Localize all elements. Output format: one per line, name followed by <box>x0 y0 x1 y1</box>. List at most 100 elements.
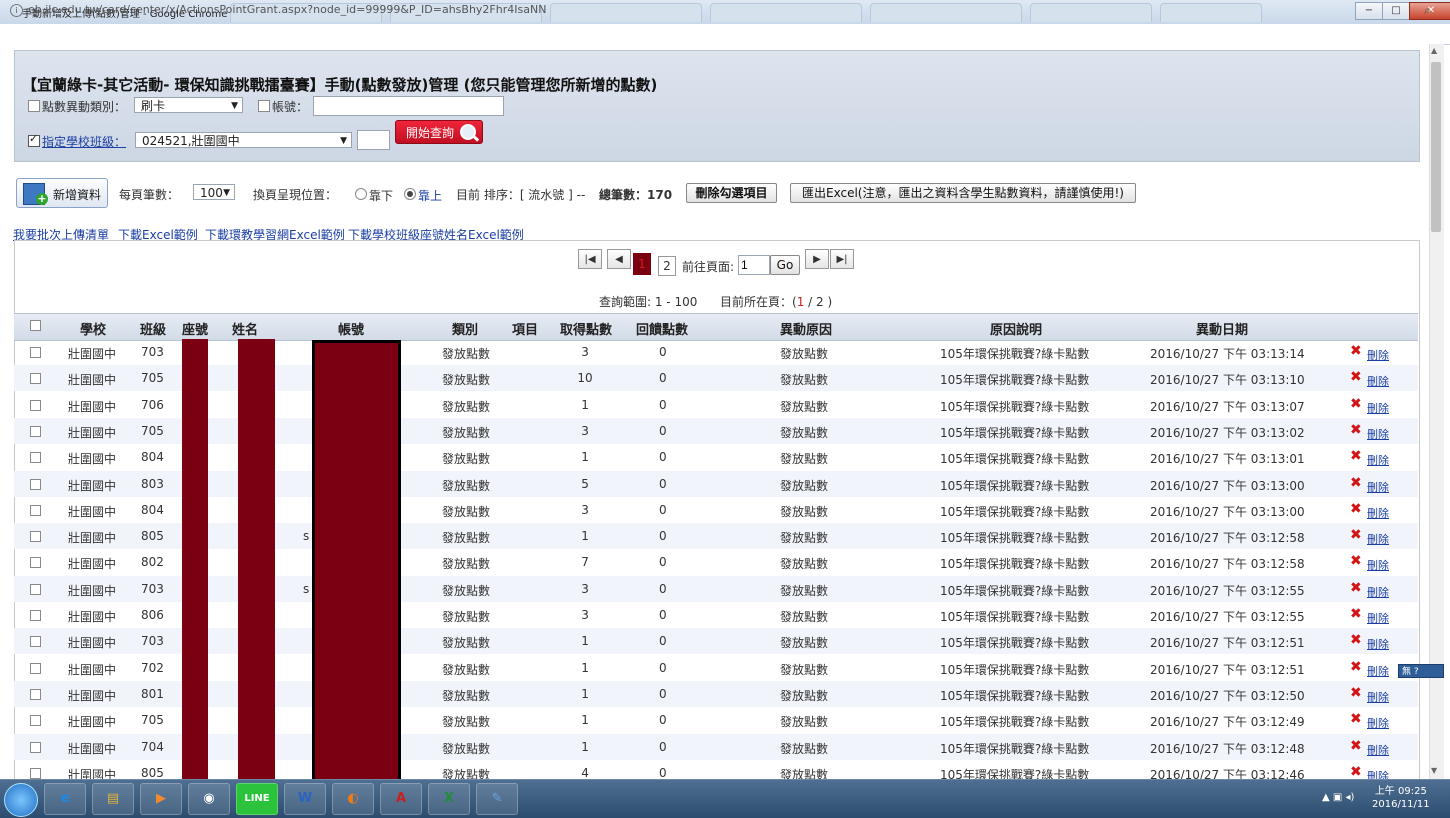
row-checkbox[interactable] <box>30 662 41 674</box>
row-checkbox[interactable] <box>30 583 41 595</box>
table-row[interactable]: 壯圍國中705吳發放點數10發放點數105年環保挑戰賽?綠卡點數2016/10/… <box>14 707 1418 733</box>
school-class-label[interactable]: 指定學校班級： <box>42 133 126 150</box>
url-text[interactable]: eb.ilc.edu.tw/card/center/x/ActionsPoint… <box>28 3 546 16</box>
delete-link[interactable]: 刪除 <box>1367 557 1389 573</box>
row-checkbox[interactable] <box>30 715 41 727</box>
scrollbar-thumb[interactable] <box>1431 62 1441 232</box>
media-player-icon[interactable]: ▶ <box>140 783 182 815</box>
next-page-icon[interactable]: ▶ <box>805 249 829 269</box>
delete-link[interactable]: 刪除 <box>1367 584 1389 600</box>
header-account[interactable]: 帳號 <box>338 319 364 338</box>
firefox-icon[interactable]: ◐ <box>332 783 374 815</box>
row-checkbox[interactable] <box>30 636 41 648</box>
browser-tab[interactable] <box>1030 3 1152 22</box>
row-checkbox[interactable] <box>30 504 41 516</box>
pager-bottom-radio[interactable] <box>355 188 367 200</box>
browser-tab[interactable] <box>1160 3 1262 22</box>
delete-link[interactable]: 刪除 <box>1367 426 1389 442</box>
row-checkbox[interactable] <box>30 425 41 437</box>
browser-tab[interactable] <box>870 3 1022 22</box>
address-bar[interactable] <box>0 24 1450 45</box>
page-1-button[interactable]: 1 <box>633 253 651 275</box>
row-checkbox[interactable] <box>30 767 41 779</box>
row-checkbox[interactable] <box>30 347 41 358</box>
table-row[interactable]: 壯圍國中705鄭發放點數30發放點數105年環保挑戰賽?綠卡點數2016/10/… <box>14 417 1418 444</box>
delete-link[interactable]: 刪除 <box>1367 689 1389 705</box>
table-row[interactable]: 壯圍國中805張s發放點數10發放點數105年環保挑戰賽?綠卡點數2016/10… <box>14 523 1418 550</box>
windows-start-button[interactable] <box>4 783 38 817</box>
header-points[interactable]: 取得點數 <box>560 319 612 338</box>
table-row[interactable]: 壯圍國中703林發放點數30發放點數105年環保挑戰賽?綠卡點數2016/10/… <box>14 339 1418 365</box>
taskbar-clock[interactable]: 上午 09:25 2016/11/11 <box>1372 785 1430 811</box>
last-page-icon[interactable]: ▶| <box>830 249 854 269</box>
select-all-checkbox[interactable] <box>30 320 41 331</box>
zoom-icon[interactable]: ⌕ <box>1424 3 1431 18</box>
row-checkbox[interactable] <box>30 610 41 621</box>
delete-link[interactable]: 刪除 <box>1367 663 1389 679</box>
table-row[interactable]: 壯圍國中705池發放點數100發放點數105年環保挑戰賽?綠卡點數2016/10… <box>14 365 1418 392</box>
row-checkbox[interactable] <box>30 373 41 385</box>
delete-link[interactable]: 刪除 <box>1367 636 1389 652</box>
system-tray-icons[interactable]: ▲ ▣ ◂) <box>1322 792 1354 803</box>
chrome-icon[interactable]: ◉ <box>188 783 230 815</box>
delete-link[interactable]: 刪除 <box>1367 347 1389 363</box>
folder-icon[interactable]: ▤ <box>92 783 134 815</box>
delete-link[interactable]: 刪除 <box>1367 610 1389 626</box>
account-input[interactable] <box>313 96 504 116</box>
delete-x-icon[interactable]: ✖ <box>1350 501 1362 517</box>
delete-link[interactable]: 刪除 <box>1367 373 1389 389</box>
header-reason[interactable]: 異動原因 <box>780 319 832 338</box>
first-page-icon[interactable]: |◀ <box>578 249 602 269</box>
delete-link[interactable]: 刪除 <box>1367 715 1389 731</box>
prev-page-icon[interactable]: ◀ <box>607 249 631 269</box>
header-seat[interactable]: 座號 <box>182 319 208 338</box>
row-checkbox[interactable] <box>30 741 41 753</box>
account-checkbox[interactable] <box>258 100 270 112</box>
paint-icon[interactable]: ✎ <box>476 783 518 815</box>
header-feedback[interactable]: 回饋點數 <box>636 319 688 338</box>
delete-x-icon[interactable]: ✖ <box>1350 553 1362 569</box>
go-button[interactable]: Go <box>770 255 800 275</box>
page-info-icon[interactable]: i <box>10 4 23 17</box>
delete-link[interactable]: 刪除 <box>1367 479 1389 495</box>
delete-x-icon[interactable]: ✖ <box>1350 396 1362 412</box>
delete-x-icon[interactable]: ✖ <box>1350 738 1362 754</box>
line-icon[interactable]: LINE <box>236 783 278 815</box>
acrobat-icon[interactable]: A <box>380 783 422 815</box>
delete-x-icon[interactable]: ✖ <box>1350 685 1362 701</box>
change-type-select[interactable]: 刷卡 ▼ <box>134 97 243 113</box>
table-row[interactable]: 壯圍國中703林s發放點數30發放點數105年環保挑戰賽?綠卡點數2016/10… <box>14 575 1418 602</box>
delete-link[interactable]: 刪除 <box>1367 505 1389 521</box>
delete-checked-button[interactable]: 刪除勾選項目 <box>686 183 777 203</box>
delete-link[interactable]: 刪除 <box>1367 400 1389 416</box>
table-row[interactable]: 壯圍國中804李發放點數30發放點數105年環保挑戰賽?綠卡點數2016/10/… <box>14 497 1418 523</box>
header-description[interactable]: 原因說明 <box>990 319 1042 338</box>
school-class-checkbox[interactable]: ✓ <box>28 132 40 147</box>
scroll-up-arrow-icon[interactable]: ▲ <box>1431 46 1437 55</box>
delete-x-icon[interactable]: ✖ <box>1350 580 1362 596</box>
word-icon[interactable]: W <box>284 783 326 815</box>
delete-x-icon[interactable]: ✖ <box>1350 711 1362 727</box>
school-class-select[interactable]: 024521,壯圍國中 ▼ <box>135 132 352 148</box>
class-extra-input[interactable] <box>357 130 390 150</box>
maximize-button[interactable]: □ <box>1382 2 1410 20</box>
browser-tab[interactable] <box>550 3 702 22</box>
delete-x-icon[interactable]: ✖ <box>1350 764 1362 780</box>
delete-x-icon[interactable]: ✖ <box>1350 448 1362 464</box>
delete-x-icon[interactable]: ✖ <box>1350 422 1362 438</box>
header-school[interactable]: 學校 <box>80 319 106 338</box>
row-checkbox[interactable] <box>30 399 41 411</box>
table-row[interactable]: 壯圍國中706陳發放點數10發放點數105年環保挑戰賽?綠卡點數2016/10/… <box>14 392 1418 418</box>
header-type[interactable]: 類別 <box>452 319 478 338</box>
row-checkbox[interactable] <box>30 557 41 569</box>
delete-link[interactable]: 刪除 <box>1367 531 1389 547</box>
delete-x-icon[interactable]: ✖ <box>1350 606 1362 622</box>
delete-x-icon[interactable]: ✖ <box>1350 659 1362 675</box>
delete-x-icon[interactable]: ✖ <box>1350 343 1362 359</box>
search-button[interactable]: 開始查詢 <box>395 120 483 144</box>
page-size-select[interactable]: 100 ▼ <box>193 184 235 200</box>
header-item[interactable]: 項目 <box>512 319 538 338</box>
header-class[interactable]: 班級 <box>140 319 166 338</box>
table-row[interactable]: 壯圍國中703廖發放點數10發放點數105年環保挑戰賽?綠卡點數2016/10/… <box>14 628 1418 655</box>
delete-x-icon[interactable]: ✖ <box>1350 632 1362 648</box>
